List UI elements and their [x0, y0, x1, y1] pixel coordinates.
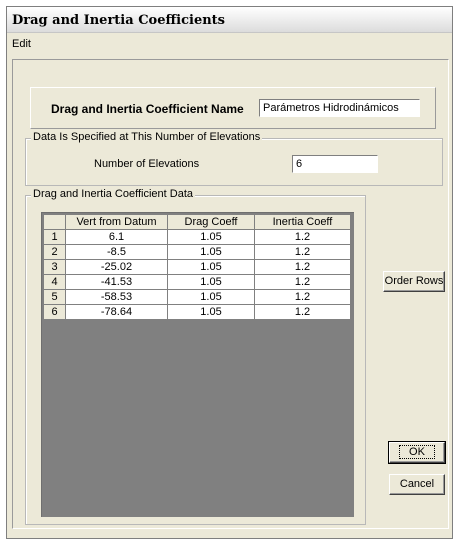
- cell-vert[interactable]: -58.53: [65, 289, 168, 305]
- table-row: 5 -58.53 1.05 1.2: [43, 289, 351, 305]
- menu-bar: Edit: [7, 34, 452, 55]
- cell-vert[interactable]: -78.64: [65, 304, 168, 320]
- cell-inertia[interactable]: 1.2: [254, 259, 351, 275]
- cell-inertia[interactable]: 1.2: [254, 244, 351, 260]
- cell-inertia[interactable]: 1.2: [254, 274, 351, 290]
- cancel-button[interactable]: Cancel: [389, 474, 445, 495]
- ok-button-label: OK: [399, 445, 435, 459]
- dialog-window: Drag and Inertia Coefficients Edit Drag …: [6, 6, 453, 539]
- cell-drag[interactable]: 1.05: [167, 274, 255, 290]
- row-header[interactable]: 5: [43, 289, 66, 305]
- table-row: 6 -78.64 1.05 1.2: [43, 304, 351, 320]
- coefficient-data-group: Drag and Inertia Coefficient Data Vert f…: [25, 188, 366, 525]
- coefficient-data-group-title: Drag and Inertia Coefficient Data: [31, 188, 195, 200]
- corner-header: [43, 214, 66, 230]
- row-header[interactable]: 6: [43, 304, 66, 320]
- menu-edit[interactable]: Edit: [12, 38, 31, 50]
- table-row: 2 -8.5 1.05 1.2: [43, 244, 351, 260]
- cell-drag[interactable]: 1.05: [167, 259, 255, 275]
- coefficient-name-input[interactable]: [259, 99, 420, 117]
- cell-vert[interactable]: -25.02: [65, 259, 168, 275]
- cell-vert[interactable]: -41.53: [65, 274, 168, 290]
- cell-vert[interactable]: -8.5: [65, 244, 168, 260]
- cell-vert[interactable]: 6.1: [65, 229, 168, 245]
- table-row: 4 -41.53 1.05 1.2: [43, 274, 351, 290]
- table-row: 3 -25.02 1.05 1.2: [43, 259, 351, 275]
- cell-inertia[interactable]: 1.2: [254, 289, 351, 305]
- row-header[interactable]: 2: [43, 244, 66, 260]
- cell-drag[interactable]: 1.05: [167, 229, 255, 245]
- data-grid[interactable]: Vert from Datum Drag Coeff Inertia Coeff…: [41, 212, 354, 517]
- name-panel: Drag and Inertia Coefficient Name: [30, 87, 436, 129]
- cell-inertia[interactable]: 1.2: [254, 229, 351, 245]
- dialog-body: Drag and Inertia Coefficient Name Data I…: [12, 59, 449, 529]
- row-header[interactable]: 4: [43, 274, 66, 290]
- cell-drag[interactable]: 1.05: [167, 289, 255, 305]
- column-header-inertia[interactable]: Inertia Coeff: [254, 214, 351, 230]
- table-row: 1 6.1 1.05 1.2: [43, 229, 351, 245]
- table-header-row: Vert from Datum Drag Coeff Inertia Coeff: [43, 214, 351, 230]
- row-header[interactable]: 3: [43, 259, 66, 275]
- column-header-vert[interactable]: Vert from Datum: [65, 214, 168, 230]
- name-label: Drag and Inertia Coefficient Name: [51, 102, 244, 116]
- ok-button[interactable]: OK: [388, 441, 446, 464]
- cell-inertia[interactable]: 1.2: [254, 304, 351, 320]
- order-rows-button[interactable]: Order Rows: [383, 271, 445, 292]
- window-title: Drag and Inertia Coefficients: [12, 13, 225, 28]
- elevations-group-title: Data Is Specified at This Number of Elev…: [31, 131, 263, 143]
- column-header-drag[interactable]: Drag Coeff: [167, 214, 255, 230]
- row-header[interactable]: 1: [43, 229, 66, 245]
- elevations-label: Number of Elevations: [94, 158, 200, 170]
- title-bar[interactable]: Drag and Inertia Coefficients: [7, 7, 452, 33]
- cell-drag[interactable]: 1.05: [167, 304, 255, 320]
- elevations-group: Data Is Specified at This Number of Elev…: [25, 131, 443, 186]
- number-of-elevations-input[interactable]: [292, 155, 378, 173]
- coefficient-table: Vert from Datum Drag Coeff Inertia Coeff…: [43, 214, 351, 320]
- cell-drag[interactable]: 1.05: [167, 244, 255, 260]
